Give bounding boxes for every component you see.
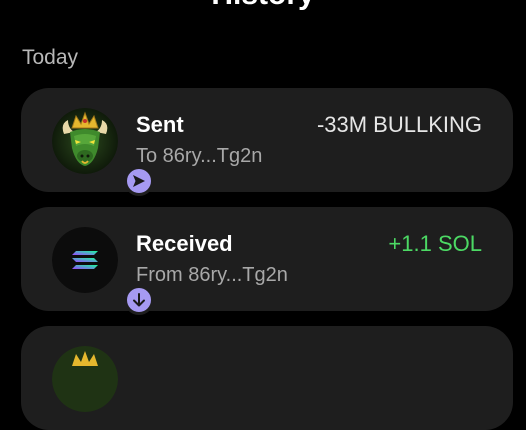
solana-token-icon [52,227,118,293]
section-label-today: Today [22,46,79,69]
bull-king-token-icon [52,346,118,412]
send-arrow-icon [124,166,154,196]
receive-arrow-icon [124,285,154,315]
page-title: History [0,0,526,10]
token-avatar [52,346,118,412]
token-avatar [52,227,154,315]
transaction-card-partial[interactable] [21,326,513,430]
transaction-type: Received [136,231,233,256]
transaction-counterparty: To 86ry...Tg2n [136,145,263,167]
transaction-card-sent[interactable]: Sent To 86ry...Tg2n -33M BULLKING [21,88,513,196]
transaction-card-received[interactable]: Received From 86ry...Tg2n +1.1 SOL [21,207,513,315]
transaction-amount: -33M BULLKING [316,112,482,137]
token-avatar [52,108,154,196]
transaction-amount: +1.1 SOL [388,231,482,256]
transaction-counterparty: From 86ry...Tg2n [136,264,288,286]
bull-king-token-icon [52,108,118,174]
transaction-type: Sent [136,112,184,137]
